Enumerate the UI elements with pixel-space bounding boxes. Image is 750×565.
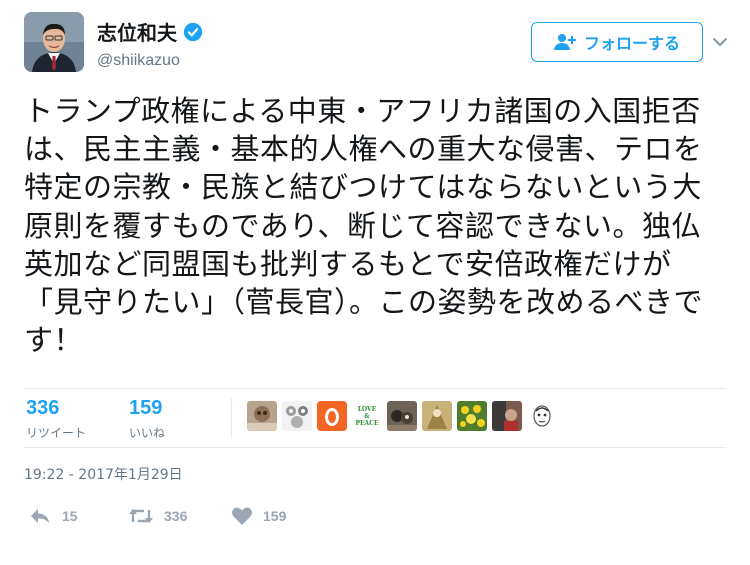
tweet-text: トランプ政権による中東・アフリカ諸国の入国拒否は、民主主義・基本的人権への重大な… — [24, 94, 704, 358]
display-name[interactable]: 志位和夫 — [97, 17, 177, 46]
like-count: 159 — [129, 397, 163, 419]
chevron-down-icon[interactable] — [710, 32, 730, 52]
reply-count: 15 — [62, 508, 78, 524]
love-text: LOVE — [357, 405, 377, 413]
person-avatar-icon — [24, 12, 84, 72]
liker-avatar-love-peace[interactable]: LOVE & PEACE — [352, 401, 382, 431]
peace-text: PEACE — [355, 419, 379, 427]
like-stat[interactable]: 159 いいね — [129, 397, 165, 441]
avatar[interactable] — [24, 12, 84, 72]
liker-avatar-9[interactable] — [527, 401, 557, 431]
liker-avatar-1[interactable] — [247, 401, 277, 431]
retweet-button[interactable]: 336 — [128, 506, 187, 526]
reply-icon — [31, 509, 49, 523]
follow-button-label: フォローする — [583, 34, 680, 53]
like-label: いいね — [129, 426, 166, 440]
liker-avatar-2[interactable] — [282, 401, 312, 431]
heart-icon — [232, 507, 252, 525]
liker-avatar-6[interactable] — [422, 401, 452, 431]
tweet-timestamp[interactable]: 19:22 - 2017年1月29日 — [24, 464, 183, 484]
retweet-label: リツイート — [26, 426, 87, 440]
divider — [24, 447, 726, 448]
retweet-stat[interactable]: 336 リツイート — [26, 397, 86, 441]
stat-separator — [231, 398, 232, 438]
like-action-count: 159 — [263, 508, 287, 524]
reply-button[interactable]: 15 — [28, 506, 78, 526]
follow-button[interactable]: フォローする — [531, 22, 703, 62]
name-row: 志位和夫 — [97, 17, 203, 46]
liker-avatars: LOVE & PEACE — [247, 401, 557, 431]
retweet-action-count: 336 — [164, 508, 188, 524]
retweet-count: 336 — [26, 397, 60, 419]
retweet-icon — [129, 509, 153, 523]
liker-avatar-7[interactable] — [457, 401, 487, 431]
ampersand-text: & — [364, 412, 370, 420]
like-button[interactable]: 159 — [231, 506, 286, 526]
liker-avatar-8[interactable] — [492, 401, 522, 431]
user-handle[interactable]: @shiikazuo — [97, 52, 180, 70]
verified-badge-icon — [183, 22, 203, 41]
liker-avatar-3[interactable] — [317, 401, 347, 431]
liker-avatar-5[interactable] — [387, 401, 417, 431]
add-user-icon — [553, 34, 576, 50]
divider — [24, 388, 726, 389]
